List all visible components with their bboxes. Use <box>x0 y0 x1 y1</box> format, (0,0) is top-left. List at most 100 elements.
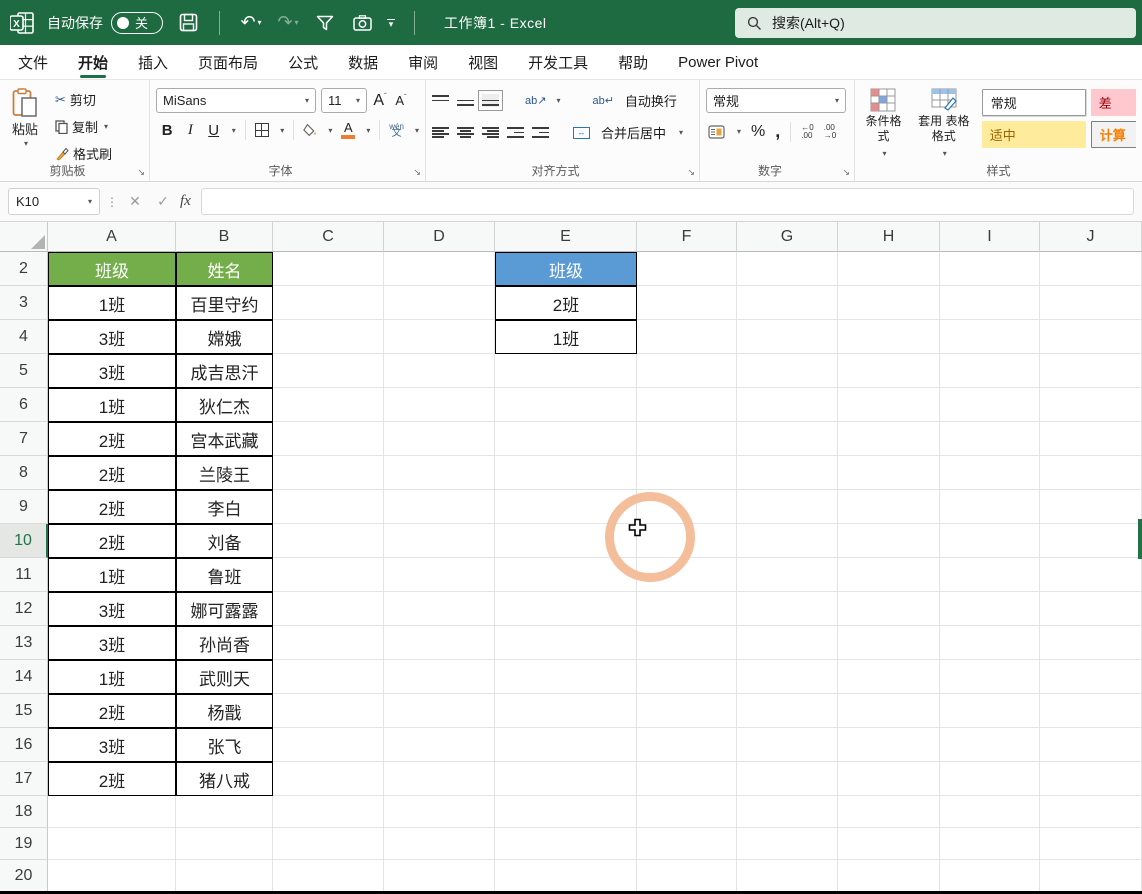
cell-C5[interactable] <box>273 354 384 388</box>
cell-C2[interactable] <box>273 252 384 286</box>
cell-E5[interactable] <box>495 354 637 388</box>
cell-B14[interactable]: 武则天 <box>176 660 273 694</box>
cell-J13[interactable] <box>1040 626 1142 660</box>
cell-A10[interactable]: 2班 <box>48 524 176 558</box>
cell-C17[interactable] <box>273 762 384 796</box>
cell-G18[interactable] <box>737 796 838 828</box>
cell-C3[interactable] <box>273 286 384 320</box>
filter-button[interactable] <box>313 11 337 35</box>
cell-H14[interactable] <box>838 660 940 694</box>
cell-A8[interactable]: 2班 <box>48 456 176 490</box>
redo-button[interactable]: ↷▾ <box>276 11 300 35</box>
phonetic-guide-button[interactable]: wén 文 <box>389 123 404 137</box>
decrease-font-button[interactable]: Aˇ <box>393 93 409 108</box>
cell-D14[interactable] <box>384 660 495 694</box>
cell-C8[interactable] <box>273 456 384 490</box>
align-middle-button[interactable] <box>457 94 474 107</box>
decrease-indent-button[interactable] <box>507 126 524 139</box>
cell-B8[interactable]: 兰陵王 <box>176 456 273 490</box>
cell-H13[interactable] <box>838 626 940 660</box>
align-right-button[interactable] <box>482 126 499 139</box>
cell-E11[interactable] <box>495 558 637 592</box>
cell-J11[interactable] <box>1040 558 1142 592</box>
cell-B5[interactable]: 成吉思汗 <box>176 354 273 388</box>
cell-G4[interactable] <box>737 320 838 354</box>
align-center-button[interactable] <box>457 126 474 139</box>
row-header-18[interactable]: 18 <box>0 796 48 828</box>
cell-B3[interactable]: 百里守约 <box>176 286 273 320</box>
cell-style-normal[interactable]: 常规 <box>982 89 1086 116</box>
row-header-7[interactable]: 7 <box>0 422 48 456</box>
cell-F5[interactable] <box>637 354 737 388</box>
cell-C4[interactable] <box>273 320 384 354</box>
cell-J8[interactable] <box>1040 456 1142 490</box>
cell-C12[interactable] <box>273 592 384 626</box>
tab-审阅[interactable]: 审阅 <box>408 45 438 80</box>
cell-J17[interactable] <box>1040 762 1142 796</box>
cell-E3[interactable]: 2班 <box>495 286 637 320</box>
cell-D13[interactable] <box>384 626 495 660</box>
cell-D16[interactable] <box>384 728 495 762</box>
autosave-toggle[interactable]: 关 <box>111 12 163 34</box>
cell-I9[interactable] <box>940 490 1040 524</box>
cell-G12[interactable] <box>737 592 838 626</box>
cell-I2[interactable] <box>940 252 1040 286</box>
select-all-corner[interactable] <box>0 222 48 252</box>
cell-E2[interactable]: 班级 <box>495 252 637 286</box>
accounting-format-button[interactable] <box>708 125 725 139</box>
cell-B7[interactable]: 宫本武藏 <box>176 422 273 456</box>
orientation-button[interactable]: ab↗ <box>525 94 546 107</box>
cell-G16[interactable] <box>737 728 838 762</box>
cell-J15[interactable] <box>1040 694 1142 728</box>
cell-H18[interactable] <box>838 796 940 828</box>
cell-E16[interactable] <box>495 728 637 762</box>
cell-C6[interactable] <box>273 388 384 422</box>
cell-G20[interactable] <box>737 860 838 892</box>
cell-E20[interactable] <box>495 860 637 892</box>
cell-G5[interactable] <box>737 354 838 388</box>
cell-H6[interactable] <box>838 388 940 422</box>
cell-G11[interactable] <box>737 558 838 592</box>
column-header-J[interactable]: J <box>1040 222 1142 252</box>
cell-F7[interactable] <box>637 422 737 456</box>
cell-C13[interactable] <box>273 626 384 660</box>
row-header-8[interactable]: 8 <box>0 456 48 490</box>
cell-D7[interactable] <box>384 422 495 456</box>
cell-I3[interactable] <box>940 286 1040 320</box>
tab-开发工具[interactable]: 开发工具 <box>528 45 588 80</box>
cell-G2[interactable] <box>737 252 838 286</box>
cell-I8[interactable] <box>940 456 1040 490</box>
italic-button[interactable]: I <box>183 122 197 139</box>
cell-E10[interactable] <box>495 524 637 558</box>
cell-B19[interactable] <box>176 828 273 860</box>
tab-视图[interactable]: 视图 <box>468 45 498 80</box>
cell-I19[interactable] <box>940 828 1040 860</box>
cell-style-neutral[interactable]: 适中 <box>982 121 1086 148</box>
row-header-12[interactable]: 12 <box>0 592 48 626</box>
cell-J5[interactable] <box>1040 354 1142 388</box>
cell-F8[interactable] <box>637 456 737 490</box>
cell-I17[interactable] <box>940 762 1040 796</box>
dialog-launcher-icon[interactable]: ↘ <box>137 167 145 178</box>
cell-G3[interactable] <box>737 286 838 320</box>
align-bottom-button[interactable] <box>482 94 499 107</box>
column-header-C[interactable]: C <box>273 222 384 252</box>
cell-I5[interactable] <box>940 354 1040 388</box>
paste-button[interactable]: 粘贴 ▾ <box>6 86 44 165</box>
cell-H17[interactable] <box>838 762 940 796</box>
column-header-B[interactable]: B <box>176 222 273 252</box>
cell-J20[interactable] <box>1040 860 1142 892</box>
cell-E18[interactable] <box>495 796 637 828</box>
underline-button[interactable]: U <box>207 122 221 139</box>
number-format-select[interactable]: 常规 ▾ <box>706 88 846 113</box>
cell-C18[interactable] <box>273 796 384 828</box>
row-header-5[interactable]: 5 <box>0 354 48 388</box>
cell-G10[interactable] <box>737 524 838 558</box>
bold-button[interactable]: B <box>160 122 174 139</box>
cell-B13[interactable]: 孙尚香 <box>176 626 273 660</box>
cell-A11[interactable]: 1班 <box>48 558 176 592</box>
cell-J16[interactable] <box>1040 728 1142 762</box>
cell-B15[interactable]: 杨戬 <box>176 694 273 728</box>
cell-E17[interactable] <box>495 762 637 796</box>
cell-H7[interactable] <box>838 422 940 456</box>
